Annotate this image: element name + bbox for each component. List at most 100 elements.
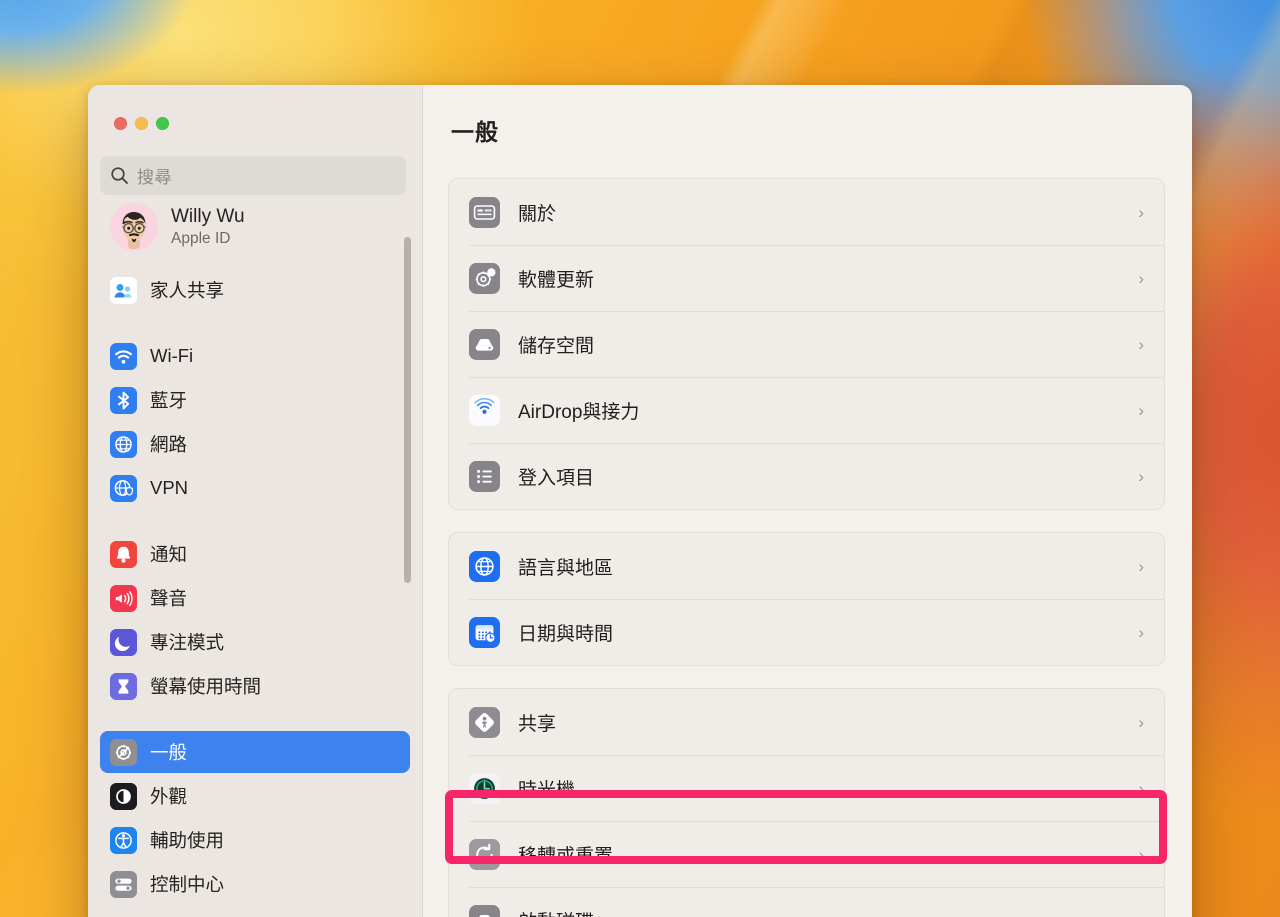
sidebar-item-focus[interactable]: 專注模式 [100,621,410,663]
row-label: 儲存空間 [518,335,595,357]
chevron-right-icon: › [1138,556,1144,576]
sidebar-item-vpn[interactable]: VPN [100,467,410,509]
row-about[interactable]: 關於 › [449,179,1164,245]
row-startup-disk[interactable]: 啟動磁碟 › [449,887,1164,917]
date-time-calendar-icon [469,616,500,648]
row-storage[interactable]: 儲存空間 › [449,311,1164,377]
chevron-right-icon: › [1138,466,1144,486]
sidebar-item-bluetooth[interactable]: 藍牙 [100,379,410,421]
sidebar-item-family-sharing[interactable]: 家人共享 [100,269,410,311]
software-update-gear-icon [469,262,500,294]
sidebar-item-label: 輔助使用 [150,830,225,851]
sidebar-item-wifi[interactable]: Wi-Fi [100,335,410,377]
row-label: 共享 [518,713,557,735]
appearance-contrast-icon [110,782,137,810]
window-controls [88,85,422,130]
settings-group-1: 關於 › 軟體更新 › 儲存空間 › AirDrop與接力 › 登入項目 › [448,178,1165,510]
chevron-right-icon: › [1138,712,1144,732]
family-sharing-icon [110,276,137,304]
accessibility-icon [110,826,137,854]
sidebar-item-control-center[interactable]: 控制中心 [100,863,410,905]
account-subtitle: Apple ID [171,230,231,248]
sidebar-item-label: 專注模式 [150,632,225,653]
sidebar-item-accessibility[interactable]: 輔助使用 [100,819,410,861]
airdrop-handoff-icon [469,394,500,426]
sidebar: 搜尋 Willy Wu Apple ID 家人共享 Wi-Fi 藍牙 網路 VP… [88,85,423,917]
settings-group-3: 共享 › 時光機 › 移轉或重置 › [448,688,1165,917]
row-label: 登入項目 [518,467,595,489]
chevron-right-icon: › [1138,912,1144,917]
chevron-right-icon: › [1138,778,1144,798]
sidebar-list: 家人共享 Wi-Fi 藍牙 網路 VPN 通知 聲音 專注模式 螢幕使用時間 一… [88,255,422,905]
transfer-or-reset-icon [469,838,500,870]
chevron-right-icon: › [1138,268,1144,288]
sidebar-item-sound[interactable]: 聲音 [100,577,410,619]
row-sharing[interactable]: 共享 › [449,689,1164,755]
sidebar-item-label: 聲音 [150,588,188,609]
general-gear-icon [110,738,137,766]
sidebar-divider-2 [100,511,410,533]
row-language-region[interactable]: 語言與地區 › [449,533,1164,599]
sidebar-item-label: 控制中心 [150,874,225,895]
row-transfer-or-reset[interactable]: 移轉或重置 › [449,821,1164,887]
notifications-bell-icon [110,540,137,568]
sidebar-item-appearance[interactable]: 外觀 [100,775,410,817]
time-machine-icon [469,772,500,804]
chevron-right-icon: › [1138,202,1144,222]
sidebar-item-screen-time[interactable]: 螢幕使用時間 [100,665,410,707]
sidebar-item-label: 家人共享 [150,280,225,301]
sound-speaker-icon [110,584,137,612]
row-label: 日期與時間 [518,623,614,645]
account-name: Willy Wu [171,206,245,228]
control-center-toggles-icon [110,870,137,898]
row-label: AirDrop與接力 [518,401,640,423]
sidebar-item-label: 藍牙 [150,390,188,411]
focus-moon-icon [110,628,137,656]
account-text: Willy Wu Apple ID [171,206,245,248]
row-label: 啟動磁碟 [518,907,1138,917]
search-placeholder: 搜尋 [137,168,172,187]
account-row[interactable]: Willy Wu Apple ID [100,195,410,255]
row-date-time[interactable]: 日期與時間 › [449,599,1164,665]
sidebar-item-label: 網路 [150,434,188,455]
language-region-globe-icon [469,550,500,582]
bluetooth-icon [110,386,137,414]
row-label: 語言與地區 [518,557,614,579]
row-software-update[interactable]: 軟體更新 › [449,245,1164,311]
screen-time-hourglass-icon [110,672,137,700]
row-time-machine[interactable]: 時光機 › [449,755,1164,821]
row-airdrop-handoff[interactable]: AirDrop與接力 › [449,377,1164,443]
row-label: 時光機 [518,779,576,801]
zoom-button[interactable] [156,117,169,130]
network-globe-icon [110,430,137,458]
startup-disk-icon [469,904,500,917]
row-label: 移轉或重置 [518,845,614,867]
sidebar-item-general[interactable]: 一般 [100,731,410,773]
minimize-button[interactable] [135,117,148,130]
search-input[interactable]: 搜尋 [100,156,406,195]
sidebar-item-notifications[interactable]: 通知 [100,533,410,575]
sidebar-divider-3 [100,709,410,731]
row-label: 軟體更新 [518,269,595,291]
page-title: 一般 [451,119,499,145]
row-label: 關於 [518,203,557,225]
chevron-right-icon: › [1138,844,1144,864]
sidebar-item-label: VPN [150,477,189,498]
sidebar-scrollbar[interactable] [404,237,411,583]
desktop-wallpaper: 搜尋 Willy Wu Apple ID 家人共享 Wi-Fi 藍牙 網路 VP… [0,0,1280,917]
sidebar-divider-1 [100,313,410,335]
sidebar-item-label: Wi-Fi [150,345,194,366]
vpn-globe-shield-icon [110,474,137,502]
system-settings-window: 搜尋 Willy Wu Apple ID 家人共享 Wi-Fi 藍牙 網路 VP… [88,85,1192,917]
settings-group-2: 語言與地區 › 日期與時間 › [448,532,1165,666]
memoji-avatar [110,203,158,251]
close-button[interactable] [114,117,127,130]
sidebar-item-label: 外觀 [150,786,188,807]
storage-disk-icon [469,328,500,360]
login-items-list-icon [469,460,500,492]
chevron-right-icon: › [1138,622,1144,642]
avatar [110,203,158,251]
row-login-items[interactable]: 登入項目 › [449,443,1164,509]
sidebar-item-network[interactable]: 網路 [100,423,410,465]
chevron-right-icon: › [1138,400,1144,420]
